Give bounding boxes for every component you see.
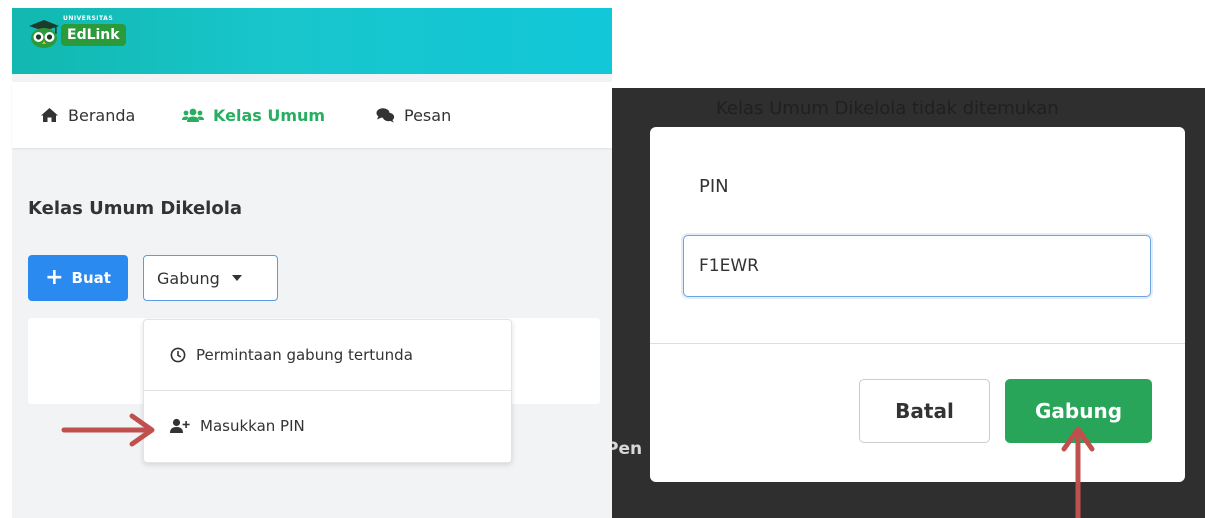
nav-item-pesan[interactable]: Pesan (376, 103, 451, 127)
home-icon (41, 108, 58, 122)
brand-small-text: UNIVERSITAS (63, 15, 114, 22)
nav-item-kelas-umum[interactable]: Kelas Umum (182, 103, 325, 127)
comments-icon (376, 108, 395, 123)
edlink-logo[interactable]: UNIVERSITAS EdLink (29, 15, 129, 48)
pin-label: PIN (699, 176, 729, 197)
menu-divider (144, 390, 511, 391)
owl-logo-icon (29, 20, 59, 48)
background-partial-text: Pen (612, 439, 643, 459)
nav-label-kelas-umum: Kelas Umum (213, 105, 326, 125)
nav-item-beranda[interactable]: Beranda (40, 103, 135, 127)
brand-name: EdLink (61, 24, 126, 46)
modal-divider (650, 343, 1185, 344)
nav-label-pesan: Pesan (404, 105, 452, 125)
join-dropdown-label: Gabung (157, 268, 220, 288)
pin-input[interactable] (683, 235, 1151, 297)
create-button-label: Buat (71, 269, 111, 287)
empty-state-message: Kelas Umum Dikelola tidak ditemukan (716, 98, 1059, 119)
join-dropdown-button[interactable]: Gabung (143, 255, 278, 301)
content-area: Beranda Kelas Umum Pesan Kelas Umum Dike… (12, 74, 612, 518)
cancel-button[interactable]: Batal (859, 379, 990, 443)
create-button[interactable]: + Buat (28, 255, 128, 301)
plus-icon: + (45, 265, 64, 290)
page-title: Kelas Umum Dikelola (28, 198, 243, 219)
nav-label-beranda: Beranda (68, 105, 136, 125)
main-nav: Beranda Kelas Umum Pesan (12, 82, 612, 148)
app-header: UNIVERSITAS EdLink (12, 8, 612, 74)
pin-modal: PIN Batal Gabung (650, 127, 1185, 482)
annotation-arrow-right (61, 413, 155, 447)
clock-icon (170, 347, 186, 363)
join-dropdown-menu: Permintaan gabung tertunda Masukkan PIN (143, 319, 512, 463)
right-screenshot-panel: Kelas Umum Dikelola tidak ditemukan Pen … (612, 88, 1205, 518)
annotation-arrow-up (1061, 426, 1095, 518)
menu-item-label: Masukkan PIN (200, 417, 305, 435)
menu-item-enter-pin[interactable]: Masukkan PIN (170, 414, 305, 438)
user-plus-icon (170, 418, 190, 433)
users-icon (182, 108, 204, 122)
menu-item-pending-requests[interactable]: Permintaan gabung tertunda (170, 343, 413, 367)
menu-item-label: Permintaan gabung tertunda (196, 346, 413, 364)
caret-down-icon (231, 275, 242, 281)
